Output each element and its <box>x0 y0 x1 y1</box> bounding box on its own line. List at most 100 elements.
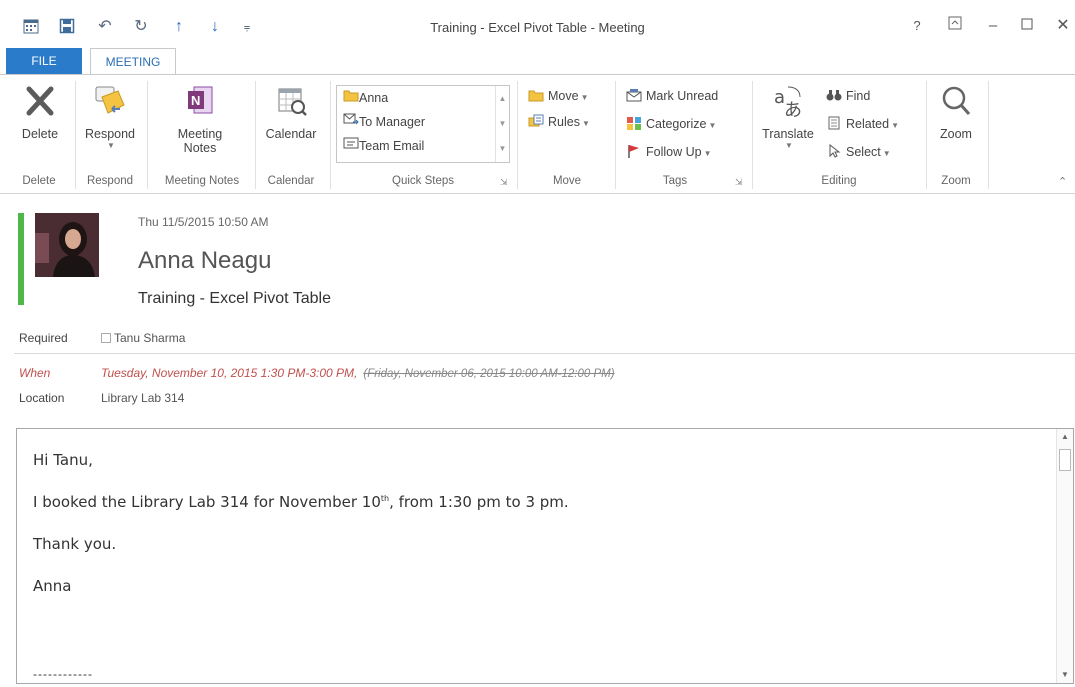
mark-unread-button[interactable]: Mark Unread <box>626 85 718 107</box>
quick-step-to-manager[interactable]: To Manager <box>343 112 425 132</box>
move-button[interactable]: Move ▼ <box>528 85 589 107</box>
rules-button[interactable]: Rules ▼ <box>528 111 590 133</box>
close-icon[interactable]: ✕ <box>1052 16 1074 36</box>
group-separator <box>255 81 256 189</box>
forward-mail-icon <box>343 113 359 129</box>
respond-label: Respond <box>84 127 136 141</box>
quick-steps-scrollbar[interactable]: ▲ ▼ ▼ <box>495 86 509 162</box>
attendee-status-icon <box>101 333 111 343</box>
cursor-icon <box>826 143 842 158</box>
chevron-down-icon: ▼ <box>107 141 115 150</box>
body-thanks: Thank you. <box>33 535 117 553</box>
delete-button[interactable]: Delete <box>12 83 68 141</box>
scroll-down-icon[interactable]: ▼ <box>496 111 509 136</box>
translate-label: Translate <box>762 127 814 141</box>
group-separator <box>75 81 76 189</box>
required-label: Required <box>19 331 68 345</box>
ribbon: Delete Delete Respond ▼ Respond N Meetin… <box>0 74 1075 194</box>
zoom-button[interactable]: Zoom <box>928 83 984 141</box>
chevron-down-icon: ▼ <box>891 121 900 130</box>
group-label-delete: Delete <box>22 175 56 187</box>
delete-label: Delete <box>21 127 59 141</box>
title-bar: ↶ ↻ ↑ ↓ ⩦ Training - Excel Pivot Table -… <box>0 0 1075 48</box>
meeting-notes-label-2: Notes <box>183 141 217 155</box>
group-separator <box>517 81 518 189</box>
scroll-up-icon[interactable]: ▲ <box>1057 429 1073 445</box>
group-separator <box>330 81 331 189</box>
respond-icon <box>90 83 130 121</box>
rules-icon <box>528 113 544 127</box>
find-button[interactable]: Find <box>826 85 870 107</box>
group-label-calendar: Calendar <box>267 175 315 187</box>
sender-name[interactable]: Anna Neagu <box>138 247 271 275</box>
zoom-icon <box>936 83 976 121</box>
email-icon <box>343 137 359 153</box>
sent-date: Thu 11/5/2015 10:50 AM <box>138 215 269 229</box>
folder-move-icon <box>343 90 359 105</box>
svg-text:あ: あ <box>784 100 802 121</box>
tab-file[interactable]: FILE <box>6 48 82 74</box>
group-separator <box>988 81 989 189</box>
chevron-down-icon: ▼ <box>581 119 590 128</box>
calendar-button[interactable]: Calendar <box>258 83 324 141</box>
group-separator <box>615 81 616 189</box>
meeting-notes-button[interactable]: N Meeting Notes <box>160 83 240 155</box>
respond-button[interactable]: Respond ▼ <box>78 83 142 150</box>
group-label-zoom: Zoom <box>941 175 971 187</box>
body-greeting: Hi Tanu, <box>33 451 93 469</box>
group-separator <box>926 81 927 189</box>
collapse-ribbon-icon[interactable]: ⌃ <box>1058 175 1067 188</box>
header-divider <box>14 353 1075 354</box>
chevron-down-icon: ▼ <box>785 141 793 150</box>
body-scrollbar[interactable]: ▲ ▼ <box>1056 429 1073 683</box>
select-button[interactable]: Select ▼ <box>826 141 891 163</box>
meeting-notes-label-1: Meeting <box>177 127 223 141</box>
body-line-1: I booked the Library Lab 314 for Novembe… <box>33 493 569 511</box>
group-separator <box>752 81 753 189</box>
when-value: Tuesday, November 10, 2015 1:30 PM-3:00 … <box>101 366 615 380</box>
group-label-tags: Tags <box>662 175 688 187</box>
quick-step-anna[interactable]: Anna <box>343 88 388 108</box>
location-label: Location <box>19 391 65 405</box>
related-button[interactable]: Related ▼ <box>826 113 899 135</box>
group-label-meeting-notes: Meeting Notes <box>164 175 240 187</box>
group-label-editing: Editing <box>821 175 857 187</box>
group-label-respond: Respond <box>86 175 134 187</box>
onenote-icon: N <box>180 83 220 121</box>
dialog-launcher-icon[interactable]: ⇲ <box>735 177 743 188</box>
delete-icon <box>20 83 60 121</box>
scroll-thumb[interactable] <box>1059 449 1071 471</box>
help-icon[interactable]: ? <box>906 16 928 36</box>
calendar-search-icon <box>271 83 311 121</box>
zoom-label: Zoom <box>940 127 972 141</box>
expand-gallery-icon[interactable]: ▼ <box>496 136 509 161</box>
scroll-up-icon[interactable]: ▲ <box>496 86 509 111</box>
chevron-down-icon: ▼ <box>580 93 589 102</box>
svg-text:N: N <box>191 93 200 108</box>
scroll-down-icon[interactable]: ▼ <box>1057 667 1073 683</box>
translate-button[interactable]: aあ Translate ▼ <box>756 83 820 150</box>
related-icon <box>826 115 842 130</box>
location-value: Library Lab 314 <box>101 391 185 405</box>
binoculars-icon <box>826 87 842 101</box>
categorize-icon <box>626 115 642 130</box>
signature-separator: ------------ <box>33 667 93 681</box>
ribbon-display-icon[interactable] <box>944 16 966 36</box>
categorize-button[interactable]: Categorize ▼ <box>626 113 716 135</box>
group-separator <box>147 81 148 189</box>
translate-icon: aあ <box>768 83 808 121</box>
minimize-icon[interactable]: – <box>982 16 1004 36</box>
message-body[interactable]: Hi Tanu, I booked the Library Lab 314 fo… <box>16 428 1074 684</box>
group-label-move: Move <box>552 175 582 187</box>
dialog-launcher-icon[interactable]: ⇲ <box>500 177 508 188</box>
folder-move-icon <box>528 87 544 102</box>
tab-meeting[interactable]: MEETING <box>90 48 176 75</box>
maximize-icon[interactable] <box>1016 16 1038 36</box>
old-time: (Friday, November 06, 2015 10:00 AM-12:0… <box>363 368 615 380</box>
category-bar <box>18 213 24 305</box>
follow-up-button[interactable]: Follow Up ▼ <box>626 141 712 163</box>
when-label: When <box>19 366 51 380</box>
quick-step-team-email[interactable]: Team Email <box>343 136 424 156</box>
required-attendee[interactable]: Tanu Sharma <box>101 331 185 345</box>
body-signature: Anna <box>33 577 72 595</box>
